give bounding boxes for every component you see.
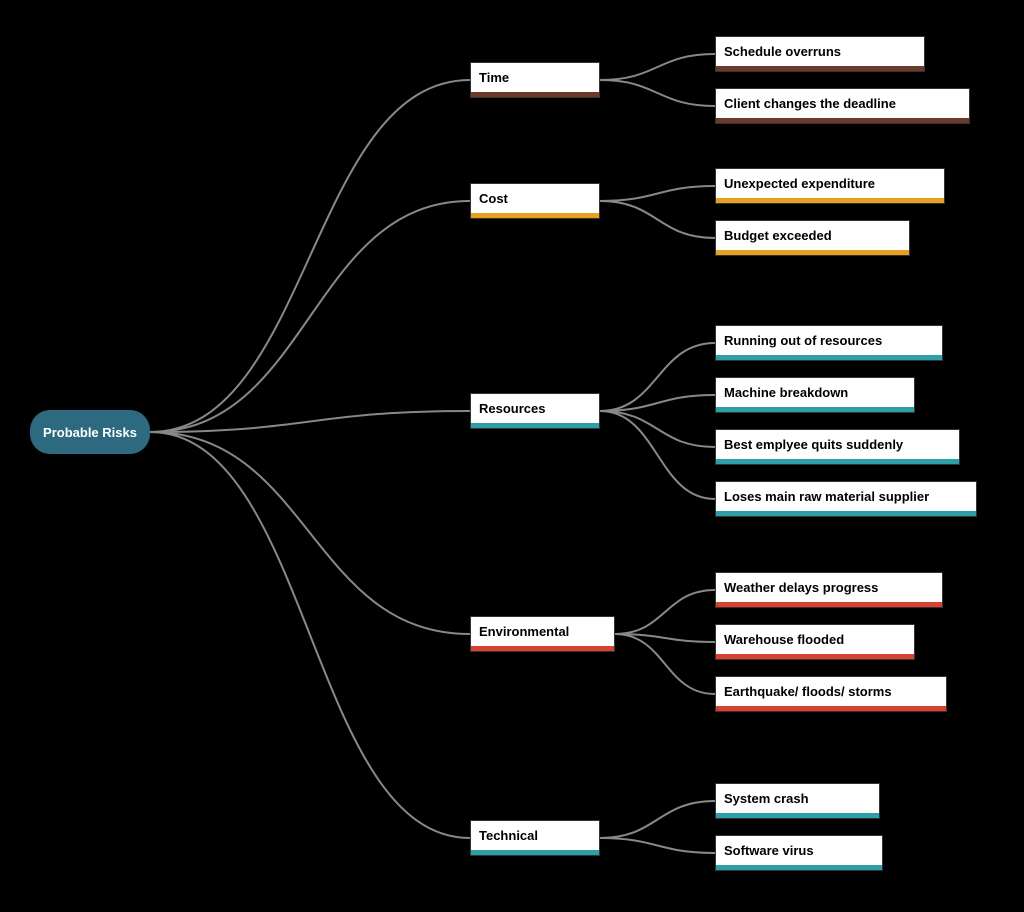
category-label: Time bbox=[479, 70, 509, 85]
leaf-node: Weather delays progress bbox=[715, 572, 943, 608]
leaf-node: Budget exceeded bbox=[715, 220, 910, 256]
leaf-node: Machine breakdown bbox=[715, 377, 915, 413]
leaf-label: Earthquake/ floods/ storms bbox=[724, 684, 892, 699]
leaf-label: Client changes the deadline bbox=[724, 96, 896, 111]
leaf-label: Machine breakdown bbox=[724, 385, 848, 400]
mind-map-container: Probable Risks Time Schedule overruns Clie… bbox=[0, 0, 1024, 912]
leaf-node: Software virus bbox=[715, 835, 883, 871]
leaf-node: Loses main raw material supplier bbox=[715, 481, 977, 517]
root-node: Probable Risks bbox=[30, 410, 150, 454]
leaf-node: Earthquake/ floods/ storms bbox=[715, 676, 947, 712]
leaf-label: Weather delays progress bbox=[724, 580, 878, 595]
category-label: Technical bbox=[479, 828, 538, 843]
category-label: Cost bbox=[479, 191, 508, 206]
category-node-resources: Resources bbox=[470, 393, 600, 429]
leaf-label: Unexpected expenditure bbox=[724, 176, 875, 191]
category-node-technical: Technical bbox=[470, 820, 600, 856]
leaf-node: Unexpected expenditure bbox=[715, 168, 945, 204]
leaf-node: Schedule overruns bbox=[715, 36, 925, 72]
leaf-label: Software virus bbox=[724, 843, 814, 858]
leaf-label: Running out of resources bbox=[724, 333, 882, 348]
category-node-cost: Cost bbox=[470, 183, 600, 219]
category-label: Resources bbox=[479, 401, 545, 416]
leaf-node: Best emplyee quits suddenly bbox=[715, 429, 960, 465]
leaf-label: System crash bbox=[724, 791, 809, 806]
leaf-label: Loses main raw material supplier bbox=[724, 489, 929, 504]
leaf-label: Warehouse flooded bbox=[724, 632, 844, 647]
leaf-node: Running out of resources bbox=[715, 325, 943, 361]
leaf-node: System crash bbox=[715, 783, 880, 819]
category-node-environmental: Environmental bbox=[470, 616, 615, 652]
category-label: Environmental bbox=[479, 624, 569, 639]
leaf-node: Client changes the deadline bbox=[715, 88, 970, 124]
category-node-time: Time bbox=[470, 62, 600, 98]
root-label: Probable Risks bbox=[43, 425, 137, 440]
leaf-node: Warehouse flooded bbox=[715, 624, 915, 660]
leaf-label: Budget exceeded bbox=[724, 228, 832, 243]
leaf-label: Best emplyee quits suddenly bbox=[724, 437, 903, 452]
leaf-label: Schedule overruns bbox=[724, 44, 841, 59]
